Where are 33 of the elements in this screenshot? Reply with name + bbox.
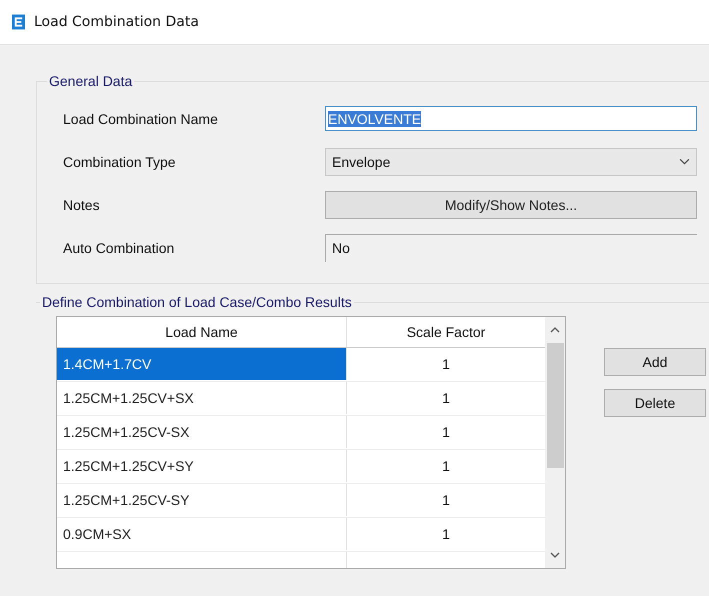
app-logo-icon (12, 14, 25, 30)
table-cell[interactable]: 1 (347, 348, 545, 380)
table-cell[interactable]: 1 (347, 382, 545, 414)
scrollbar[interactable] (545, 317, 565, 568)
group-title: General Data (48, 73, 134, 89)
field-label: Combination Type (63, 154, 177, 170)
scrollbar-thumb[interactable] (546, 343, 564, 468)
table-cell[interactable]: 0.9CM+SX (57, 518, 347, 550)
table-cell[interactable]: 1 (347, 518, 545, 550)
field-label: Notes (63, 196, 101, 212)
chevron-down-icon (679, 158, 690, 165)
combination-type-dropdown[interactable]: Envelope (325, 148, 697, 176)
scroll-up-icon[interactable] (550, 327, 560, 333)
scroll-down-icon[interactable] (550, 552, 560, 558)
window-title: Load Combination Data (34, 14, 199, 30)
table-cell[interactable]: 1.25CM+1.25CV+SX (57, 382, 347, 414)
auto-combination-field: No (325, 234, 697, 262)
column-header[interactable]: Load Name (57, 317, 347, 347)
modify-notes-button[interactable]: Modify/Show Notes... (325, 190, 697, 218)
name-field[interactable]: ENVOLVENTE (325, 106, 697, 131)
table-cell[interactable]: 1.25CM+1.25CV-SX (57, 416, 347, 448)
table-cell[interactable]: 1.25CM+1.25CV-SY (57, 484, 347, 516)
table-cell[interactable]: 1.25CM+1.25CV+SY (57, 450, 347, 482)
table-cell[interactable]: 1 (347, 416, 545, 448)
table-cell[interactable]: 1 (347, 484, 545, 516)
column-header[interactable]: Scale Factor (347, 317, 545, 347)
group-title: Define Combination of Load Case/Combo Results (41, 294, 353, 310)
field-label: Auto Combination (63, 240, 176, 256)
table-cell[interactable]: 1.4CM+1.7CV (57, 348, 347, 380)
add-button[interactable]: Add (604, 348, 706, 376)
field-label: Load Combination Name (63, 110, 219, 126)
table-cell[interactable]: 1 (347, 450, 545, 482)
delete-button[interactable]: Delete (604, 389, 706, 417)
